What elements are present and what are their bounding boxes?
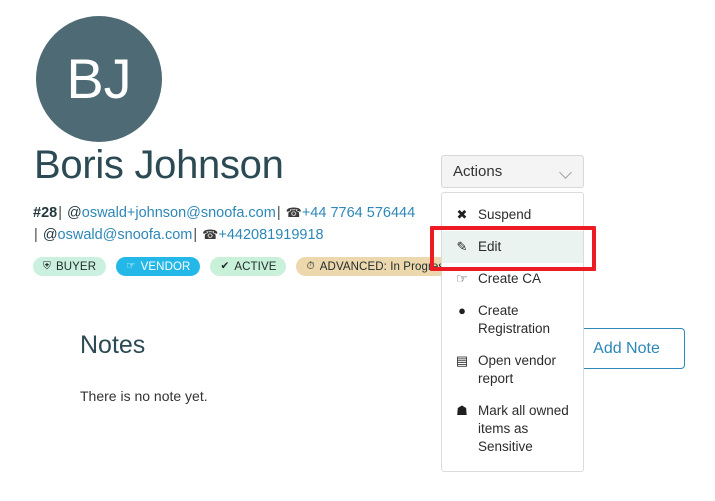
times-icon: ✖ [456,207,468,222]
status-badge-buyer: ⛨ BUYER [33,257,107,276]
status-badge-advanced: ⏱ ADVANCED: In Progress [296,257,461,276]
record-id: #28 [33,205,58,221]
status-badge-active-label: ACTIVE [234,260,277,273]
separator-2: | [276,205,281,221]
phone-secondary-link[interactable]: +442081919918 [218,227,323,243]
user-secret-icon: ☗ [456,403,468,418]
status-badge-advanced-label: ADVANCED: In Progress [319,260,451,273]
profile-page: BJ Boris Johnson #28| @oswald+johnson@sn… [0,0,715,501]
status-badge-group: ⛨ BUYER ☞ VENDOR ✔ ACTIVE ⏱ ADVANCED: In… [33,257,461,276]
actions-dropdown-label: Actions [453,163,503,180]
pencil-icon: ✎ [456,239,468,254]
add-note-button[interactable]: Add Note [568,328,685,369]
menu-item-edit[interactable]: ✎ Edit [442,231,583,263]
separator-1: | [58,205,62,221]
menu-item-open-vendor-report-label: Open vendor report [478,353,557,386]
actions-dropdown: Actions ✖ Suspend ✎ Edit ☞ Create CA ● C… [441,155,584,472]
notes-empty-message: There is no note yet. [80,388,208,404]
at-symbol-2: @ [42,227,58,243]
menu-item-suspend-label: Suspend [478,207,532,222]
notes-heading: Notes [80,331,146,359]
handshake-icon: ☞ [126,260,136,273]
chevron-down-icon [561,168,572,175]
actions-dropdown-toggle[interactable]: Actions [441,155,584,188]
menu-item-edit-label: Edit [478,239,502,254]
actions-dropdown-menu: ✖ Suspend ✎ Edit ☞ Create CA ● Create Re… [441,192,584,472]
menu-item-mark-sensitive[interactable]: ☗ Mark all owned items as Sensitive [442,395,583,463]
basket-icon: ⛨ [43,260,51,273]
status-badge-buyer-label: BUYER [55,260,97,273]
menu-item-create-ca[interactable]: ☞ Create CA [442,263,583,295]
contact-details: #28| @oswald+johnson@snoofa.com| ☎+44 77… [33,202,433,246]
phone-primary-link[interactable]: +44 7764 576444 [302,205,415,221]
menu-item-open-vendor-report[interactable]: ▤ Open vendor report [442,345,583,395]
menu-item-mark-sensitive-label: Mark all owned items as Sensitive [478,403,569,454]
avatar: BJ [36,16,162,142]
phone-icon-2: ☎ [202,227,219,242]
avatar-initials: BJ [66,47,132,110]
chart-file-icon: ▤ [455,353,469,368]
at-symbol-1: @ [67,205,82,221]
email-primary-link[interactable]: oswald+johnson@snoofa.com [82,205,276,221]
contact-line-primary: #28| @oswald+johnson@snoofa.com| ☎+44 77… [33,202,433,224]
page-title: Boris Johnson [34,143,284,187]
status-badge-active: ✔ ACTIVE [210,257,287,276]
clock-icon: ⏱ [306,260,315,273]
contact-line-secondary: | @oswald@snoofa.com| ☎+442081919918 [33,224,433,246]
handshake-icon: ☞ [456,271,468,286]
user-circle-icon: ● [458,303,466,318]
status-badge-vendor-label: VENDOR [140,260,191,273]
menu-item-create-registration[interactable]: ● Create Registration [442,295,583,345]
status-badge-vendor: ☞ VENDOR [116,257,201,276]
separator-4: | [193,227,198,243]
menu-item-suspend[interactable]: ✖ Suspend [442,199,583,231]
menu-item-create-registration-label: Create Registration [478,303,551,336]
menu-item-create-ca-label: Create CA [478,271,542,286]
phone-icon-1: ☎ [285,205,302,220]
separator-3: | [34,227,38,243]
email-secondary-link[interactable]: oswald@snoofa.com [58,227,193,243]
check-icon: ✔ [220,260,230,273]
